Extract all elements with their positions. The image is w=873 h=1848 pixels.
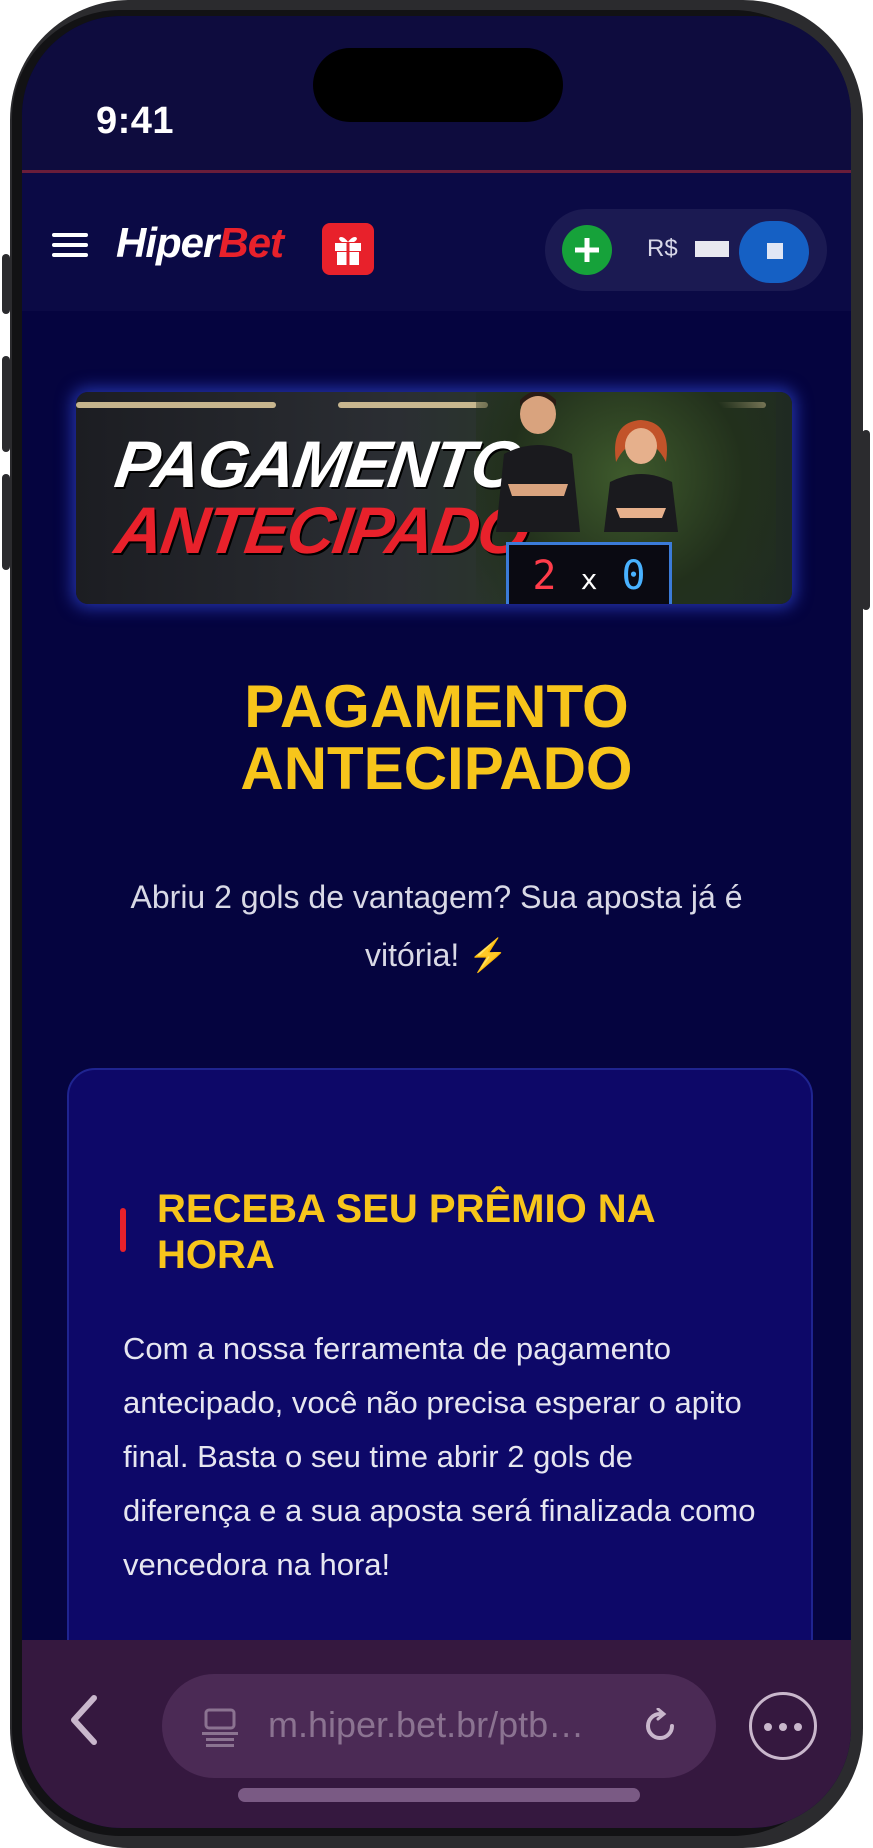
card-text: Com a nossa ferramenta de pagamento ante… — [123, 1331, 756, 1582]
info-card: RECEBA SEU PRÊMIO NA HORA Com a nossa fe… — [67, 1068, 813, 1672]
balance-pill[interactable]: R$ — [545, 209, 827, 291]
logo-text-hiper: Hiper — [116, 219, 219, 266]
currency-label: R$ — [647, 235, 678, 262]
presenter-woman-image — [604, 420, 678, 532]
power-button — [862, 430, 870, 610]
status-time: 9:41 — [96, 100, 175, 142]
browser-toolbar: m.hiper.bet.br/ptb… — [22, 1640, 851, 1828]
volume-down-button — [2, 474, 10, 570]
url-text[interactable]: m.hiper.bet.br/ptb… — [268, 1704, 608, 1746]
score-away: 0 — [621, 553, 646, 599]
status-bar: 9:41 — [22, 16, 851, 172]
reload-icon[interactable] — [642, 1708, 678, 1744]
dynamic-island — [313, 48, 563, 122]
home-indicator[interactable] — [238, 1788, 640, 1802]
presenter-man-image — [496, 392, 580, 532]
address-bar[interactable]: m.hiper.bet.br/ptb… — [162, 1674, 716, 1778]
card-title: RECEBA SEU PRÊMIO NA HORA — [157, 1187, 655, 1277]
gift-icon[interactable] — [322, 223, 374, 275]
page-subtitle: Abriu 2 gols de vantagem? Sua aposta já … — [130, 879, 743, 973]
more-icon[interactable] — [749, 1692, 817, 1760]
scoreboard: 2 x 0 — [506, 542, 672, 604]
banner-title-line1: PAGAMENTO — [110, 427, 527, 501]
screen: 9:41 HiperBet R$ PAGAMENTO ANTECIPADO 2 … — [22, 16, 851, 1828]
tabs-icon[interactable] — [200, 1706, 240, 1748]
mute-switch — [2, 254, 10, 314]
site-header: HiperBet R$ — [22, 173, 851, 311]
hiperbet-logo[interactable]: HiperBet — [116, 219, 284, 267]
score-separator: x — [580, 563, 598, 596]
banner-title-line2: ANTECIPADO — [110, 493, 533, 567]
card-accent-bar — [120, 1208, 126, 1252]
plus-icon[interactable] — [562, 225, 612, 275]
back-icon[interactable] — [64, 1692, 104, 1748]
volume-up-button — [2, 356, 10, 452]
avatar[interactable] — [739, 221, 809, 283]
menu-icon[interactable] — [52, 233, 90, 259]
score-home: 2 — [532, 553, 557, 599]
logo-text-bet: Bet — [218, 219, 284, 266]
hidden-balance — [695, 241, 729, 257]
page-title: PAGAMENTO ANTECIPADO — [22, 676, 851, 800]
page-title-line2: ANTECIPADO — [240, 735, 633, 802]
page-title-line1: PAGAMENTO — [244, 673, 629, 740]
promo-banner[interactable]: PAGAMENTO ANTECIPADO 2 x 0 — [76, 392, 792, 604]
